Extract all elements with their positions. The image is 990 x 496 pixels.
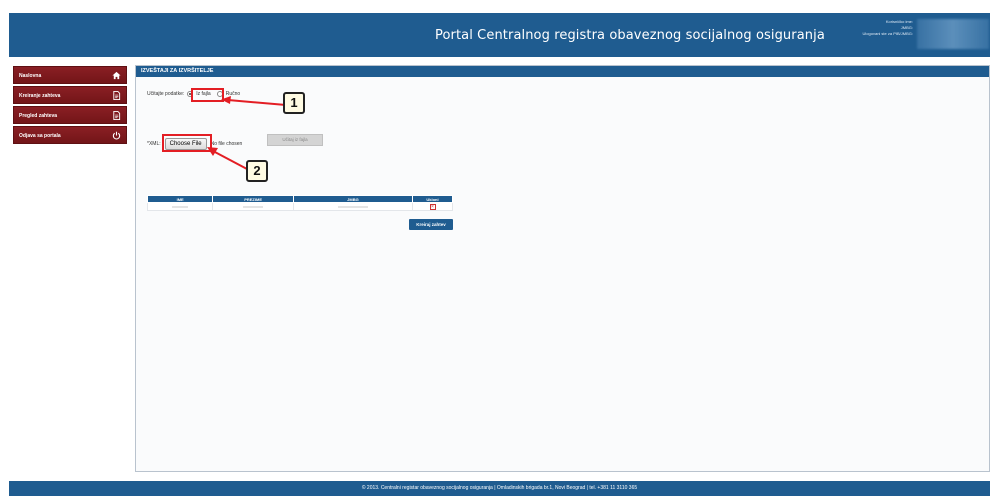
callout-arrow-2 — [207, 147, 248, 170]
callout-badge-1: 1 — [283, 92, 305, 114]
sidebar-item-odjava[interactable]: Odjava sa portala — [13, 126, 127, 144]
column-header: IME — [146, 195, 214, 203]
callout-arrow-1 — [221, 96, 287, 106]
portal-title: Portal Centralnog registra obaveznog soc… — [435, 28, 825, 43]
sidebar-item-pregled-zahteva[interactable]: Pregled zahteva — [13, 106, 127, 124]
sidebar-item-label: Odjava sa portala — [19, 133, 61, 139]
sidebar-item-naslovna[interactable]: Naslovna — [13, 66, 127, 84]
xml-label: *XML: — [147, 141, 161, 147]
footer: © 2013. Centralni registar obaveznog soc… — [9, 481, 990, 496]
sidebar-item-kreiranje-zahteva[interactable]: Kreiranje zahteva — [13, 86, 127, 104]
create-request-button[interactable]: Kreiraj zahtev — [409, 219, 453, 230]
cell-remove: × — [412, 202, 453, 211]
column-header: Ukloni — [412, 195, 453, 203]
home-icon — [112, 71, 121, 80]
remove-icon[interactable]: × — [429, 203, 436, 210]
user-info-redacted — [917, 19, 989, 49]
load-from-file-button[interactable]: Učitaj iz fajla — [267, 134, 323, 146]
persons-table: IME PREZIME JMBG Ukloni × — [146, 195, 453, 211]
load-data-label: Učitajte podatke: — [147, 91, 185, 97]
table-row: × — [146, 202, 453, 211]
cell-jmbg — [292, 202, 414, 211]
section-title: IZVEŠTAJI ZA IZVRŠITELJE — [136, 66, 989, 77]
sidebar-item-label: Kreiranje zahteva — [19, 93, 61, 99]
column-header: JMBG — [292, 195, 414, 203]
document-icon — [113, 111, 121, 120]
callout-badge-2: 2 — [246, 160, 268, 182]
sidebar: Naslovna Kreiranje zahteva Pregled zahte… — [13, 66, 127, 146]
logged-in-label: Ulogovani ste za PIB/JMBG: — [862, 31, 913, 36]
main-panel: IZVEŠTAJI ZA IZVRŠITELJE Učitajte podatk… — [135, 65, 990, 472]
sidebar-item-label: Naslovna — [19, 73, 42, 79]
power-icon — [112, 131, 121, 140]
column-header: PREZIME — [212, 195, 294, 203]
table-header-row: IME PREZIME JMBG Ukloni — [146, 195, 453, 203]
user-info: Korisničko ime: JMBG: Ulogovani ste za P… — [809, 19, 913, 37]
cell-prezime — [212, 202, 294, 211]
document-icon — [113, 91, 121, 100]
sidebar-item-label: Pregled zahteva — [19, 113, 58, 119]
top-header: Portal Centralnog registra obaveznog soc… — [9, 13, 990, 57]
cell-ime — [146, 202, 214, 211]
